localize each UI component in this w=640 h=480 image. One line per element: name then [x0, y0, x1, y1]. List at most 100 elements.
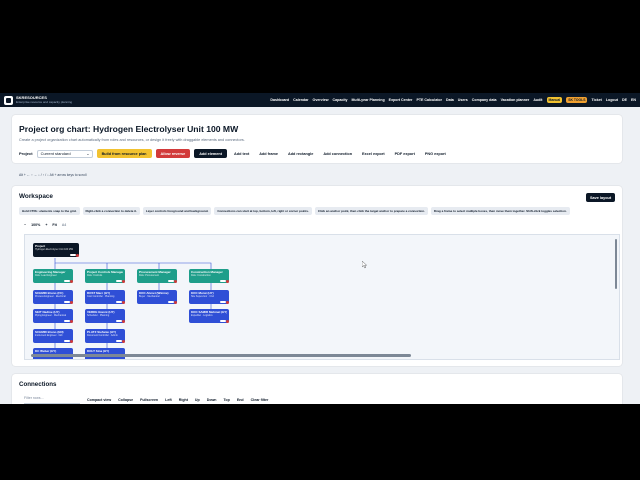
nav-audit[interactable]: Audit	[533, 98, 542, 102]
fit-button[interactable]: Fit	[52, 223, 56, 227]
lang-en[interactable]: EN	[631, 98, 636, 102]
png-export-button[interactable]: PNG export	[422, 149, 449, 158]
page-subtitle: Create a project organization chart auto…	[19, 138, 245, 142]
nav-calendar[interactable]: Calendar	[293, 98, 308, 102]
mouse-cursor-icon	[362, 261, 368, 269]
org-chart-canvas[interactable]: Project Hydrogen Electrolyser Unit 100 M…	[24, 234, 620, 360]
toolbar: Project Current standard ⌄ Build from re…	[19, 148, 449, 159]
nav-users[interactable]: Users	[458, 98, 468, 102]
org-node[interactable]: KOC Ahmet (Wärme) Buyer · Mechanical	[137, 290, 177, 304]
org-node[interactable]: Procurement Manager Role: Procurement	[137, 269, 177, 283]
node-subtitle: Document Controller · Admin	[87, 334, 118, 337]
top-navigation-bar: SKRESOURCES Enterprise resource and capa…	[0, 93, 640, 107]
nav-logout[interactable]: Logout	[606, 98, 618, 102]
logo-icon	[4, 95, 13, 105]
project-select-value: Current standard	[40, 151, 71, 156]
chevron-down-icon: ⌄	[86, 151, 90, 156]
add-text-button[interactable]: Add text	[231, 149, 252, 158]
nav-ticket[interactable]: Ticket	[591, 98, 601, 102]
keyboard-hint: Alt + ← ↑ → ↓ / ↑ / ↓ Alt + arrow keys t…	[19, 173, 87, 177]
project-label: Project	[19, 151, 33, 156]
down-button[interactable]: Down	[207, 398, 217, 402]
connections-filter-input[interactable]: Filter rows...	[24, 396, 80, 404]
zoom-controls: − 100% + Fit A4	[24, 221, 66, 229]
org-node-project[interactable]: Project Hydrogen Electrolyser Unit 100 M…	[33, 243, 79, 257]
add-connection-button[interactable]: Add connection	[320, 149, 355, 158]
node-title: DOLT Sina (HY)	[87, 349, 110, 353]
org-node[interactable]: Project Controls Manager Role: Controls	[85, 269, 125, 283]
collapse-button[interactable]: Collapse	[118, 398, 133, 402]
end-button[interactable]: End	[237, 398, 244, 402]
zoom-level: 100%	[31, 223, 41, 227]
nav-company-data[interactable]: Company data	[472, 98, 497, 102]
nav-multi-year-planning[interactable]: Multi-year Planning	[352, 98, 385, 102]
org-node[interactable]: SCHMID Bruno (EN) Instrument Engineer · …	[33, 329, 73, 343]
allow-reverse-button[interactable]: Allow reverse	[155, 149, 191, 158]
letterbox-bottom	[0, 404, 640, 480]
save-layout-button[interactable]: Save layout	[586, 193, 616, 202]
clear-filter-button[interactable]: Clear filter	[251, 398, 269, 402]
horizontal-scrollbar[interactable]	[31, 354, 411, 357]
org-node[interactable]: KOC SAMIR Mehmet (HY) Expediter · Logist…	[189, 309, 229, 323]
page-format: A4	[61, 223, 67, 227]
node-status-dot	[76, 254, 79, 257]
page-title: Project org chart: Hydrogen Electrolyser…	[19, 124, 239, 134]
node-subtitle: Role: Procurement	[139, 274, 159, 277]
workspace-title: Workspace	[19, 193, 53, 200]
org-node[interactable]: ROST Marc (HY) Cost Controller · Plannin…	[85, 290, 125, 304]
org-node[interactable]: SEIT Nadine (HY) Piping Engineer · Mecha…	[33, 309, 73, 323]
zoom-out-button[interactable]: −	[24, 223, 26, 227]
node-subtitle: Instrument Engineer · I&C	[35, 334, 63, 337]
connector	[54, 258, 212, 269]
top-button[interactable]: Top	[224, 398, 230, 402]
project-select[interactable]: Current standard ⌄	[36, 149, 93, 158]
right-button[interactable]: Right	[179, 398, 188, 402]
org-node[interactable]: SCHMID Bruno (FC) Process Engineer · Ele…	[33, 290, 73, 304]
lang-de[interactable]: DE	[622, 98, 627, 102]
hint-item: Click an anchor point, then click the ta…	[314, 207, 428, 215]
build-from-plan-button[interactable]: Build from resource plan	[96, 149, 152, 158]
manual-button[interactable]: Manual	[546, 97, 563, 103]
node-subtitle: Buyer · Mechanical	[139, 295, 160, 298]
node-subtitle: Role: Controls	[87, 274, 103, 277]
brand[interactable]: SKRESOURCES Enterprise resource and capa…	[4, 95, 72, 105]
hint-item: Drag a frame to select multiple boxes, t…	[430, 207, 570, 215]
hint-item: Connections can start at top, bottom, le…	[214, 207, 312, 215]
fullscreen-button[interactable]: Fullscreen	[140, 398, 158, 402]
nav-overview[interactable]: Overview	[313, 98, 329, 102]
org-node[interactable]: PLATZ Stefanie (HY) Document Controller …	[85, 329, 125, 343]
node-subtitle: Scheduler · Planning	[87, 314, 110, 317]
add-element-button[interactable]: Add element	[194, 149, 228, 158]
node-subtitle: Role: Construction	[191, 274, 211, 277]
sk-tools-button[interactable]: SK TOOLS	[566, 97, 588, 103]
node-status-dot	[226, 320, 229, 323]
left-button[interactable]: Left	[165, 398, 172, 402]
nav-export-center[interactable]: Export Center	[389, 98, 413, 102]
excel-export-button[interactable]: Excel export	[359, 149, 388, 158]
vertical-scrollbar[interactable]	[614, 239, 617, 289]
node-status-dot	[70, 320, 73, 323]
node-status-dot	[122, 301, 125, 304]
org-node[interactable]: VERDE Gianni (HY) Scheduler · Planning	[85, 309, 125, 323]
org-node[interactable]: Construction Manager Role: Construction	[189, 269, 229, 283]
nav-data[interactable]: Data	[446, 98, 454, 102]
pdf-export-button[interactable]: PDF export	[392, 149, 418, 158]
hint-item: Right-click a connection to delete it.	[82, 207, 140, 215]
node-subtitle: Cost Controller · Planning	[87, 295, 115, 298]
compact-view-button[interactable]: Compact view	[87, 398, 111, 402]
nav-dashboard[interactable]: Dashboard	[270, 98, 289, 102]
org-node[interactable]: Engineering Manager Role: Lead Engineer	[33, 269, 73, 283]
node-subtitle: Hydrogen Electrolyser Unit 100 MW	[35, 248, 73, 251]
add-rectangle-button[interactable]: Add rectangle	[285, 149, 316, 158]
node-subtitle: Site Supervisor · Civil	[191, 295, 214, 298]
node-status-dot	[226, 280, 229, 283]
nav-capacity[interactable]: Capacity	[333, 98, 348, 102]
org-node[interactable]: KOC Murat (HY) Site Supervisor · Civil	[189, 290, 229, 304]
main-nav: Dashboard Calendar Overview Capacity Mul…	[270, 93, 636, 107]
nav-vacation-planner[interactable]: Vacation planner	[501, 98, 530, 102]
nav-pte-calculator[interactable]: PTE Calculator	[416, 98, 442, 102]
add-frame-button[interactable]: Add frame	[256, 149, 281, 158]
node-status-dot	[226, 301, 229, 304]
up-button[interactable]: Up	[195, 398, 200, 402]
zoom-in-button[interactable]: +	[45, 223, 47, 227]
